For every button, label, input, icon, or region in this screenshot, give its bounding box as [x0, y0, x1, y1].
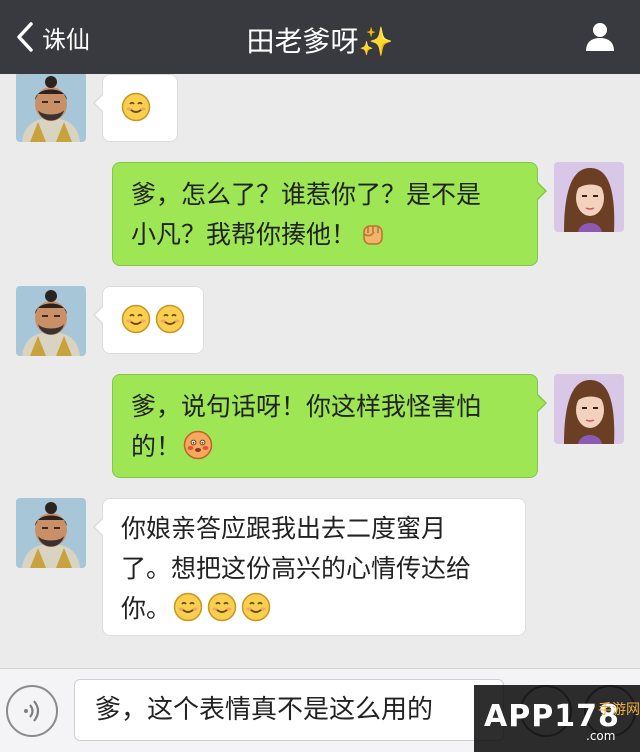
avatar-self[interactable]: [554, 162, 624, 232]
profile-icon[interactable]: [584, 20, 616, 52]
navigation-bar: 诛仙 田老爹呀✨: [0, 0, 640, 74]
message-text: 的！: [131, 432, 182, 461]
watermark-domain: .com: [586, 729, 616, 743]
message-input[interactable]: 爹，这个表情真不是这么用的: [74, 679, 504, 741]
voice-input-button[interactable]: [6, 685, 58, 737]
message-bubble-incoming[interactable]: [93, 286, 204, 354]
smile-emoji: [121, 304, 151, 334]
message-bubble-outgoing[interactable]: 爹，说句话呀！你这样我怪害怕 的！: [112, 374, 547, 478]
smile-emoji: [173, 592, 203, 622]
message-text-line: 你娘亲答应跟我出去二度蜜月: [121, 514, 447, 543]
chat-title-text: 田老爹呀: [246, 25, 359, 58]
blush-emoji: [183, 430, 213, 460]
message-text-line: 爹，说句话呀！你这样我怪害怕: [131, 392, 482, 421]
avatar-father[interactable]: [16, 286, 86, 356]
avatar-father[interactable]: [16, 498, 86, 568]
message-bubble-incoming[interactable]: [93, 74, 178, 142]
fist-emoji: [363, 225, 383, 245]
self-avatar-image: [554, 374, 624, 444]
chat-area[interactable]: 爹，怎么了？谁惹你了？是不是 小凡？我帮你揍他！ 爹，说句话呀！你这样我怪害怕 …: [0, 74, 640, 668]
self-avatar-image: [554, 162, 624, 232]
smile-emoji: [241, 592, 271, 622]
avatar-father[interactable]: [16, 74, 86, 142]
watermark-subtitle: 手游网: [598, 702, 640, 718]
message-bubble-incoming[interactable]: 你娘亲答应跟我出去二度蜜月 了。想把这份高兴的心情传达给 你。: [93, 498, 526, 636]
father-avatar-image: [16, 74, 86, 142]
voice-icon: [24, 700, 40, 722]
avatar-self[interactable]: [554, 374, 624, 444]
message-text-line: 爹，怎么了？谁惹你了？是不是: [131, 180, 482, 209]
chat-title: 田老爹呀✨: [0, 20, 640, 60]
message-bubble-outgoing[interactable]: 爹，怎么了？谁惹你了？是不是 小凡？我帮你揍他！: [112, 162, 547, 266]
message-text-line: 了。想把这份高兴的心情传达给: [121, 554, 472, 583]
smile-emoji: [207, 592, 237, 622]
message-text: 你。: [121, 594, 172, 623]
message-text-line: 小凡？我帮你揍他！: [131, 215, 519, 255]
message-text-line: 你。: [121, 589, 507, 629]
father-avatar-image: [16, 498, 86, 568]
father-avatar-image: [16, 286, 86, 356]
site-watermark: APP178 手游网 .com: [474, 685, 640, 752]
message-text-line: 的！: [131, 427, 519, 467]
smile-emoji: [155, 304, 185, 334]
sparkle-emoji: ✨: [358, 25, 394, 58]
message-text: 小凡？我帮你揍他！: [131, 220, 357, 249]
smile-emoji: [121, 92, 151, 122]
